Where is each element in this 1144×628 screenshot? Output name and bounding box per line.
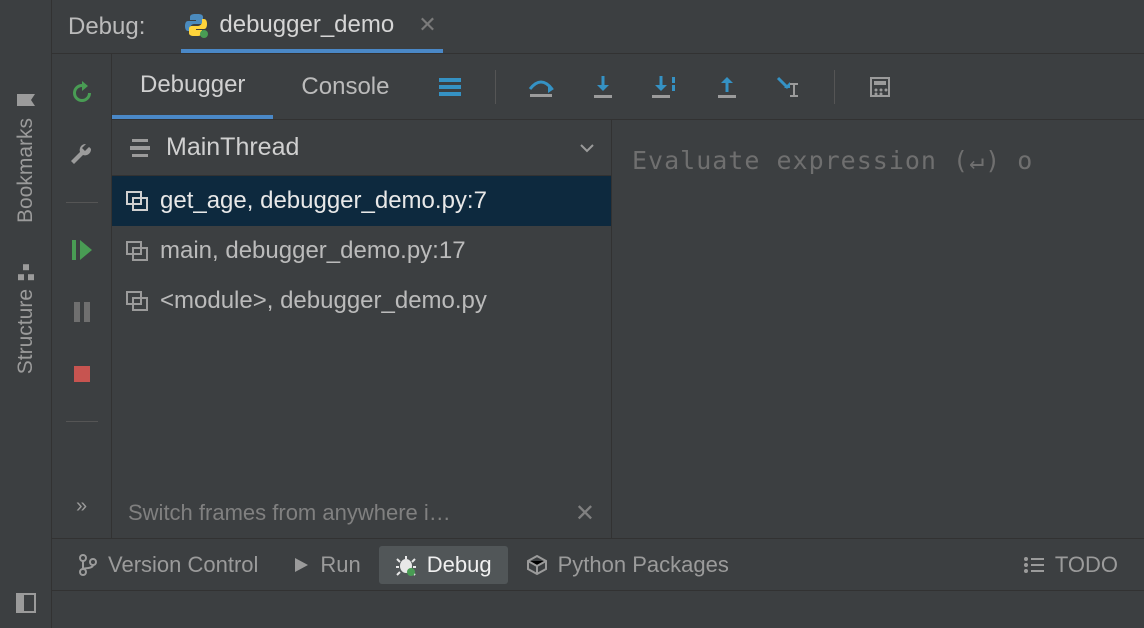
chevron-down-icon: [579, 143, 595, 153]
frame-item[interactable]: <module>, debugger_demo.py: [112, 276, 611, 326]
todo-tool[interactable]: TODO: [1007, 546, 1134, 584]
hint-row: Switch frames from anywhere i… ✕: [112, 488, 611, 538]
bug-icon: [395, 554, 417, 576]
calculator-icon: [868, 75, 892, 99]
layout-settings-button[interactable]: [15, 592, 37, 614]
evaluate-expression-button[interactable]: [863, 70, 897, 104]
tab-debugger[interactable]: Debugger: [112, 54, 273, 119]
version-control-label: Version Control: [108, 552, 258, 578]
version-control-tool[interactable]: Version Control: [62, 546, 274, 584]
branch-icon: [78, 554, 98, 576]
step-out-button[interactable]: [710, 70, 744, 104]
structure-tool[interactable]: Structure: [14, 263, 38, 374]
tab-console-label: Console: [301, 73, 389, 101]
separator: [495, 70, 496, 104]
structure-label: Structure: [14, 289, 38, 374]
structure-icon: [17, 263, 35, 281]
step-into-button[interactable]: [586, 70, 620, 104]
bookmarks-tool[interactable]: Bookmarks: [14, 90, 38, 223]
wrench-icon: [69, 142, 95, 168]
thread-selector[interactable]: MainThread: [112, 120, 611, 176]
close-hint-button[interactable]: ✕: [575, 499, 595, 528]
step-into-mycode-button[interactable]: [648, 70, 682, 104]
frame-item[interactable]: main, debugger_demo.py:17: [112, 226, 611, 276]
frame-item[interactable]: get_age, debugger_demo.py:7: [112, 176, 611, 226]
more-button[interactable]: »: [76, 495, 87, 518]
frame-text: get_age, debugger_demo.py:7: [160, 187, 487, 215]
run-to-cursor-button[interactable]: [772, 70, 806, 104]
frames-panel: MainThread get_age, debugger_demo.py:7: [112, 120, 612, 538]
play-icon: [292, 556, 310, 574]
step-into-mycode-icon: [650, 74, 680, 100]
tab-debugger-label: Debugger: [140, 71, 245, 99]
frame-icon: [126, 191, 148, 211]
modify-run-config-button[interactable]: [65, 138, 99, 172]
step-out-icon: [714, 74, 740, 100]
run-to-cursor-icon: [774, 74, 804, 100]
evaluate-expression-input[interactable]: Evaluate expression (↵) o: [632, 136, 1124, 184]
eval-placeholder: Evaluate expression (↵) o: [632, 146, 1033, 175]
python-packages-tool[interactable]: Python Packages: [510, 546, 745, 584]
separator: [66, 421, 98, 422]
frame-icon: [126, 241, 148, 261]
resume-icon: [70, 237, 94, 263]
hint-text: Switch frames from anywhere i…: [128, 500, 451, 526]
thread-name: MainThread: [166, 133, 299, 162]
frame-text: main, debugger_demo.py:17: [160, 237, 466, 265]
debugger-toolbar: Debugger Console: [112, 54, 1144, 120]
pause-icon: [71, 300, 93, 324]
python-icon: [183, 12, 209, 38]
stop-icon: [72, 364, 92, 384]
threads-icon: [437, 76, 463, 98]
tab-console[interactable]: Console: [273, 54, 417, 119]
frame-text: <module>, debugger_demo.py: [160, 287, 487, 315]
python-packages-label: Python Packages: [558, 552, 729, 578]
resume-button[interactable]: [65, 233, 99, 267]
debug-tabstrip: Debug: debugger_demo ✕: [52, 0, 1144, 54]
bottom-toolbar: Version Control Run Debug Python Package…: [52, 538, 1144, 590]
packages-icon: [526, 554, 548, 576]
run-tool[interactable]: Run: [276, 546, 376, 584]
frames-list: get_age, debugger_demo.py:7 main, debugg…: [112, 176, 611, 488]
step-over-icon: [526, 75, 556, 99]
pause-button[interactable]: [65, 295, 99, 329]
thread-icon: [128, 137, 152, 159]
todo-label: TODO: [1055, 552, 1118, 578]
debug-controls-column: »: [52, 54, 112, 538]
layout-icon: [15, 592, 37, 614]
rerun-button[interactable]: [65, 76, 99, 110]
close-tab-button[interactable]: ✕: [418, 12, 436, 38]
step-into-icon: [590, 74, 616, 100]
rerun-icon: [68, 79, 96, 107]
tabstrip-label: Debug:: [68, 13, 145, 41]
debug-label: Debug: [427, 552, 492, 578]
status-bar: [52, 590, 1144, 628]
bookmarks-label: Bookmarks: [14, 118, 38, 223]
runconfig-tab[interactable]: debugger_demo ✕: [181, 0, 442, 53]
left-tool-gutter: Bookmarks Structure: [0, 0, 52, 628]
bookmark-icon: [16, 91, 36, 109]
threads-view-button[interactable]: [433, 70, 467, 104]
separator: [66, 202, 98, 203]
todo-icon: [1023, 556, 1045, 574]
runconfig-name: debugger_demo: [219, 11, 394, 39]
variables-panel: Evaluate expression (↵) o: [612, 120, 1144, 538]
frame-icon: [126, 291, 148, 311]
run-label: Run: [320, 552, 360, 578]
step-over-button[interactable]: [524, 70, 558, 104]
debug-tool[interactable]: Debug: [379, 546, 508, 584]
separator: [834, 70, 835, 104]
stop-button[interactable]: [65, 357, 99, 391]
